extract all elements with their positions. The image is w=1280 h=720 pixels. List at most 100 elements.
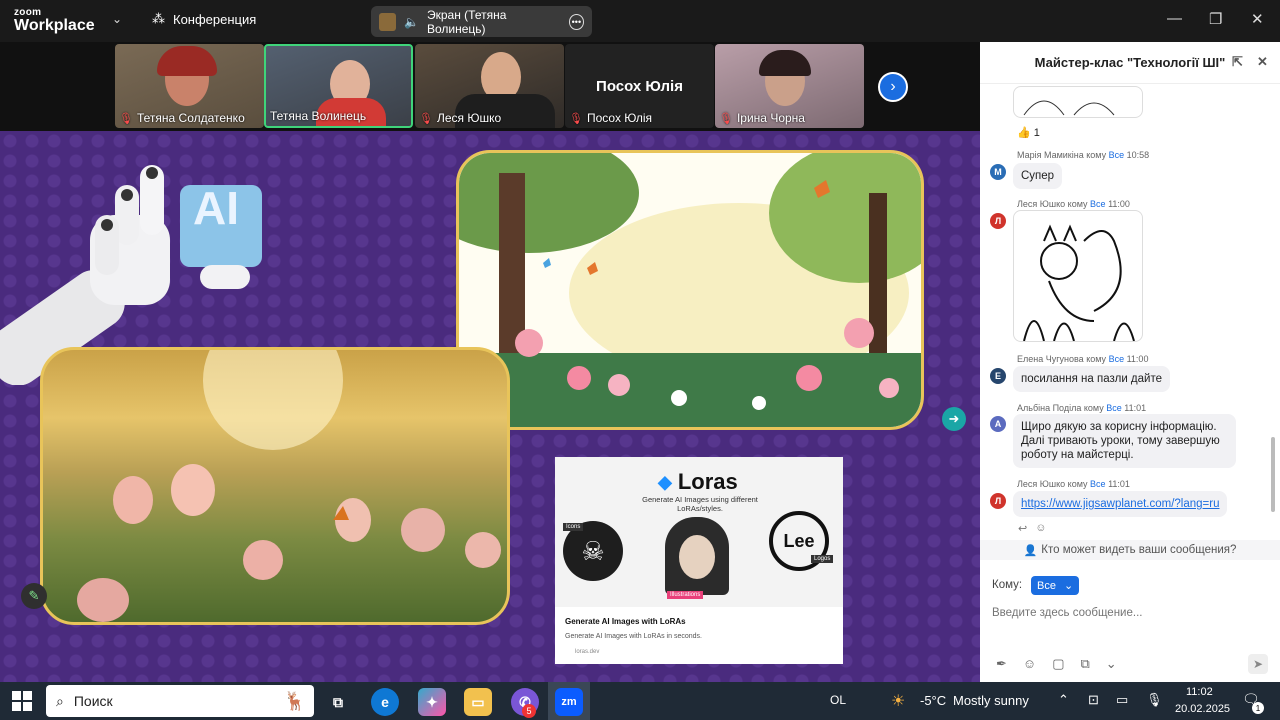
- chat-panel: Майстер-клас "Технології ШІ" ⇱ ✕ 👍 1 Мар…: [980, 42, 1280, 682]
- badge-logos: Logos: [811, 555, 834, 563]
- message-meta: Леся Юшко кому Все 11:00: [1017, 199, 1130, 209]
- message-bubble[interactable]: Щиро дякую за корисну інформацію. Далі т…: [1013, 414, 1236, 468]
- forest-illustration: [456, 150, 924, 430]
- message-meta: Марія Мамикіна кому Все 10:58: [1017, 150, 1150, 160]
- participant-tile[interactable]: 🎙 Леся Юшко: [415, 44, 564, 128]
- minimize-icon[interactable]: —: [1167, 10, 1182, 27]
- hair-shape: [157, 46, 217, 76]
- taskbar: ⌕ Поиск 🦌 ⧉ e ✦ ▭ ✆ 5 zm OL ☀ -5°C Mostl…: [0, 682, 1280, 720]
- mic-muted-icon: 🎙: [119, 112, 133, 125]
- edge-icon[interactable]: e: [371, 688, 399, 716]
- message-actions: ↩ ☺: [1018, 522, 1046, 535]
- chevron-down-icon[interactable]: ⌄: [112, 12, 122, 26]
- participant-name: Тетяна Волинець: [270, 109, 367, 123]
- microphone-icon[interactable]: 🎙: [1146, 692, 1163, 708]
- emoji-icon[interactable]: ☺: [1035, 522, 1046, 535]
- participant-name: 🎙 Посох Юлія: [569, 111, 653, 125]
- loras-domain: loras.dev: [575, 649, 600, 655]
- avatar: Е: [990, 368, 1006, 384]
- notification-badge: 5: [522, 704, 536, 718]
- maximize-icon[interactable]: ❐: [1209, 10, 1222, 28]
- participant-tile-active[interactable]: Тетяна Волинець: [264, 44, 413, 128]
- more-chevron-icon[interactable]: ⌄: [1106, 656, 1117, 672]
- screenshot-icon[interactable]: ⧉: [1080, 656, 1089, 672]
- person-icon: 👤: [1023, 544, 1038, 557]
- message-link[interactable]: https://www.jigsawplanet.com/?lang=ru: [1013, 491, 1228, 517]
- participant-tile[interactable]: Посох Юлія 🎙 Посох Юлія: [565, 44, 714, 128]
- loras-subtitle: Generate AI Images with LoRAs in seconds…: [565, 633, 702, 640]
- mic-muted-icon: 🎙: [569, 112, 583, 125]
- meadow-photo: [40, 347, 510, 625]
- avatar: А: [990, 416, 1006, 432]
- windows-start-icon[interactable]: [12, 691, 32, 711]
- tulip-scene: [77, 350, 501, 622]
- popout-icon[interactable]: ⇱: [1232, 54, 1243, 70]
- language-indicator[interactable]: OL: [830, 693, 846, 707]
- message-input[interactable]: [992, 602, 1268, 624]
- battery-icon[interactable]: ▭: [1116, 692, 1128, 708]
- file-explorer-icon[interactable]: ▭: [464, 688, 492, 716]
- taskbar-search[interactable]: ⌕ Поиск 🦌: [46, 685, 314, 717]
- loras-tagline: Generate AI Images using different LoRAs…: [642, 495, 758, 513]
- scrollbar[interactable]: [1271, 437, 1275, 512]
- loras-brand: ◆ Loras: [658, 469, 738, 495]
- visibility-text: Кто может видеть ваши сообщения?: [1041, 544, 1237, 556]
- message-bubble[interactable]: Супер: [1013, 163, 1063, 189]
- mic-muted-icon: 🎙: [419, 112, 433, 125]
- send-icon[interactable]: ➤: [1248, 654, 1268, 674]
- reply-icon[interactable]: ↩: [1018, 522, 1027, 535]
- portrait-face: [679, 535, 715, 579]
- participant-tile[interactable]: 🎙 Тетяна Солдатенко: [115, 44, 264, 128]
- meeting-info-button[interactable]: ⁂ Конференция: [152, 11, 256, 27]
- search-icon: ⌕: [56, 692, 64, 709]
- participant-name: 🎙 Тетяна Солдатенко: [119, 111, 245, 125]
- avatar: Л: [990, 213, 1006, 229]
- close-icon[interactable]: ✕: [1257, 54, 1268, 70]
- loras-title: Generate AI Images with LoRAs: [565, 617, 686, 626]
- participant-name: 🎙 Ірина Чорна: [719, 111, 805, 125]
- recipient-dropdown[interactable]: Все ⌄: [1031, 576, 1080, 595]
- hair-shape: [759, 50, 811, 76]
- close-icon[interactable]: ✕: [1251, 10, 1264, 28]
- clock-date[interactable]: 20.02.2025: [1175, 703, 1230, 715]
- chat-image[interactable]: [1013, 210, 1143, 342]
- people-icon: ⁂: [152, 11, 165, 26]
- participant-tile[interactable]: 🎙 Ірина Чорна: [715, 44, 864, 128]
- screen-share-label: Экран (Тетяна Волинець): [427, 7, 507, 36]
- message-meta: Альбіна Поділа кому Все 11:01: [1017, 403, 1147, 413]
- task-view-icon[interactable]: ⧉: [324, 688, 352, 716]
- copilot-icon[interactable]: ✦: [418, 688, 446, 716]
- zoom-logo: zoom Workplace: [14, 8, 95, 34]
- emoji-icon[interactable]: ☺: [1023, 656, 1036, 672]
- message-bubble[interactable]: посилання на пазли дайте: [1013, 366, 1170, 392]
- visibility-info[interactable]: 👤 Кто может видеть ваши сообщения?: [980, 540, 1280, 560]
- title-bar: zoom Workplace ⌄ ⁂ Конференция 🔈 Экран (…: [0, 0, 1280, 42]
- avatar: Л: [990, 493, 1006, 509]
- format-icon[interactable]: ✒: [996, 656, 1007, 672]
- temperature[interactable]: -5°C: [920, 693, 946, 708]
- chevron-right-icon: ›: [890, 78, 896, 95]
- forest-scene: [459, 153, 921, 427]
- next-page-button[interactable]: ›: [878, 72, 908, 102]
- more-icon[interactable]: •••: [568, 13, 584, 30]
- tray-chevron-icon[interactable]: ⌃: [1058, 692, 1069, 708]
- compose-toolbar: ✒ ☺ ▢ ⧉ ⌄: [996, 656, 1117, 672]
- zoom-icon[interactable]: zm: [555, 688, 583, 716]
- weather-text[interactable]: Mostly sunny: [953, 693, 1029, 708]
- loras-logo-icon: ◆: [658, 471, 672, 492]
- recipient-value: Все: [1037, 579, 1056, 592]
- shared-screen: AI ◆ Loras Generate AI Images using diff…: [0, 131, 980, 682]
- avatar: М: [990, 164, 1006, 180]
- chat-image-partial[interactable]: [1013, 86, 1143, 118]
- edit-icon[interactable]: ✎: [21, 583, 47, 609]
- tray-app-icon[interactable]: ⊡: [1088, 692, 1099, 708]
- screen-share-indicator[interactable]: 🔈 Экран (Тетяна Волинець) •••: [371, 6, 592, 37]
- arrow-right-icon[interactable]: ➜: [942, 407, 966, 431]
- loras-brand-text: Loras: [677, 469, 738, 494]
- file-icon[interactable]: ▢: [1052, 656, 1064, 672]
- clock-time[interactable]: 11:02: [1186, 686, 1213, 698]
- message-meta: Леся Юшко кому Все 11:01: [1017, 479, 1130, 489]
- reaction-badge[interactable]: 👍 1: [1017, 126, 1040, 139]
- weather-icon: ☀: [891, 693, 906, 710]
- to-label: Кому:: [992, 579, 1023, 591]
